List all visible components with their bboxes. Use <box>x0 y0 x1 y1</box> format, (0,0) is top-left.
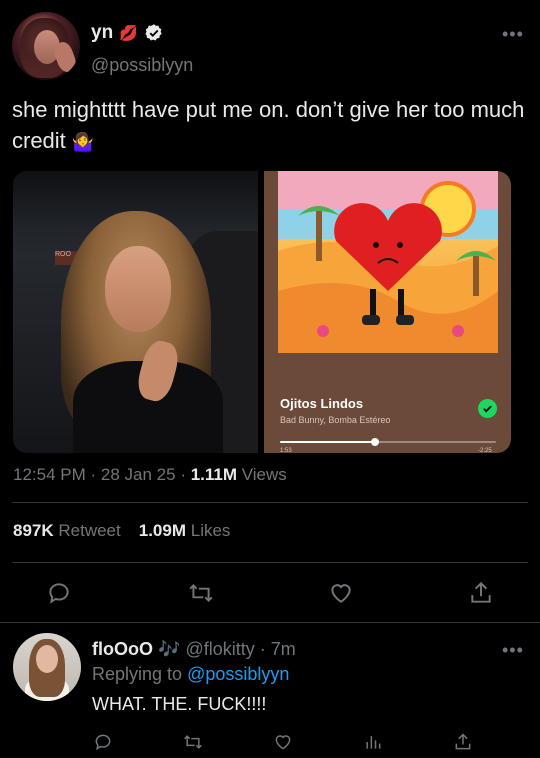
replying-to: Replying to @possiblyyn <box>92 664 289 685</box>
share-icon[interactable] <box>451 730 475 754</box>
album-art <box>278 171 498 353</box>
views-icon[interactable] <box>361 730 385 754</box>
reply-age[interactable]: 7m <box>271 639 296 659</box>
likes-label: Likes <box>190 521 231 540</box>
reply-icon[interactable] <box>91 730 115 754</box>
likes-count: 1.09M <box>138 521 186 540</box>
author-name-row[interactable]: yn 💋 <box>91 22 164 44</box>
replying-prefix: Replying to <box>92 664 183 684</box>
divider <box>12 502 528 503</box>
replying-to-handle[interactable]: @possiblyyn <box>187 664 289 684</box>
author-handle[interactable]: @possiblyyn <box>91 55 193 76</box>
author-display-name[interactable]: yn <box>91 22 113 44</box>
share-icon[interactable] <box>466 578 496 608</box>
song-progress-bar[interactable] <box>280 438 496 446</box>
tweet-photo[interactable]: ROO <box>13 171 258 453</box>
reply-header: floOoO 🎶 @flokitty · 7m <box>92 639 296 659</box>
divider <box>0 622 540 623</box>
tweet-time: 12:54 PM <box>13 465 86 484</box>
saved-check-icon[interactable] <box>478 399 497 418</box>
views-count: 1.11M <box>190 465 238 484</box>
song-progress-knob[interactable] <box>371 438 380 446</box>
retweets-stat[interactable]: 897K Retweet <box>13 521 121 541</box>
divider <box>12 562 528 563</box>
song-title: Ojitos Lindos <box>280 396 364 411</box>
song-progress-fill <box>280 441 376 443</box>
like-icon[interactable] <box>326 578 356 608</box>
reply-display-name[interactable]: floOoO <box>92 639 153 659</box>
tweet-date: 28 Jan 25 <box>100 465 176 484</box>
verified-badge-icon <box>145 24 162 41</box>
tweet-timestamp[interactable]: 12:54 PM · 28 Jan 25 · 1.11M Views <box>13 465 287 485</box>
like-icon[interactable] <box>271 730 295 754</box>
retweet-count: 897K <box>13 521 54 540</box>
likes-stat[interactable]: 1.09M Likes <box>139 521 231 541</box>
lips-icon: 💋 <box>119 25 138 42</box>
retweet-label: Retweet <box>58 521 121 540</box>
reply-handle[interactable]: @flokitty <box>185 639 254 659</box>
more-options-icon[interactable]: ••• <box>502 24 524 45</box>
author-avatar[interactable] <box>12 12 80 80</box>
music-notes-icon: 🎶 <box>158 639 181 659</box>
tweet-text: she mightttt have put me on. don’t give … <box>12 94 532 158</box>
shrug-emoji: 🤷‍♀️ <box>71 132 95 152</box>
song-artist: Bad Bunny, Bomba Estéreo <box>280 415 391 425</box>
retweet-icon[interactable] <box>186 578 216 608</box>
engagement-stats: 897K Retweet 1.09M Likes <box>13 521 230 541</box>
views-label: Views <box>241 465 287 484</box>
reply-more-options-icon[interactable]: ••• <box>502 640 524 661</box>
song-elapsed: 1:53 <box>280 448 292 454</box>
reply-avatar[interactable] <box>13 633 81 701</box>
reply-icon[interactable] <box>44 578 74 608</box>
reply-text: WHAT. THE. FUCK!!!! <box>92 694 267 714</box>
retweet-icon[interactable] <box>181 730 205 754</box>
song-remaining: -2:25 <box>478 448 492 454</box>
